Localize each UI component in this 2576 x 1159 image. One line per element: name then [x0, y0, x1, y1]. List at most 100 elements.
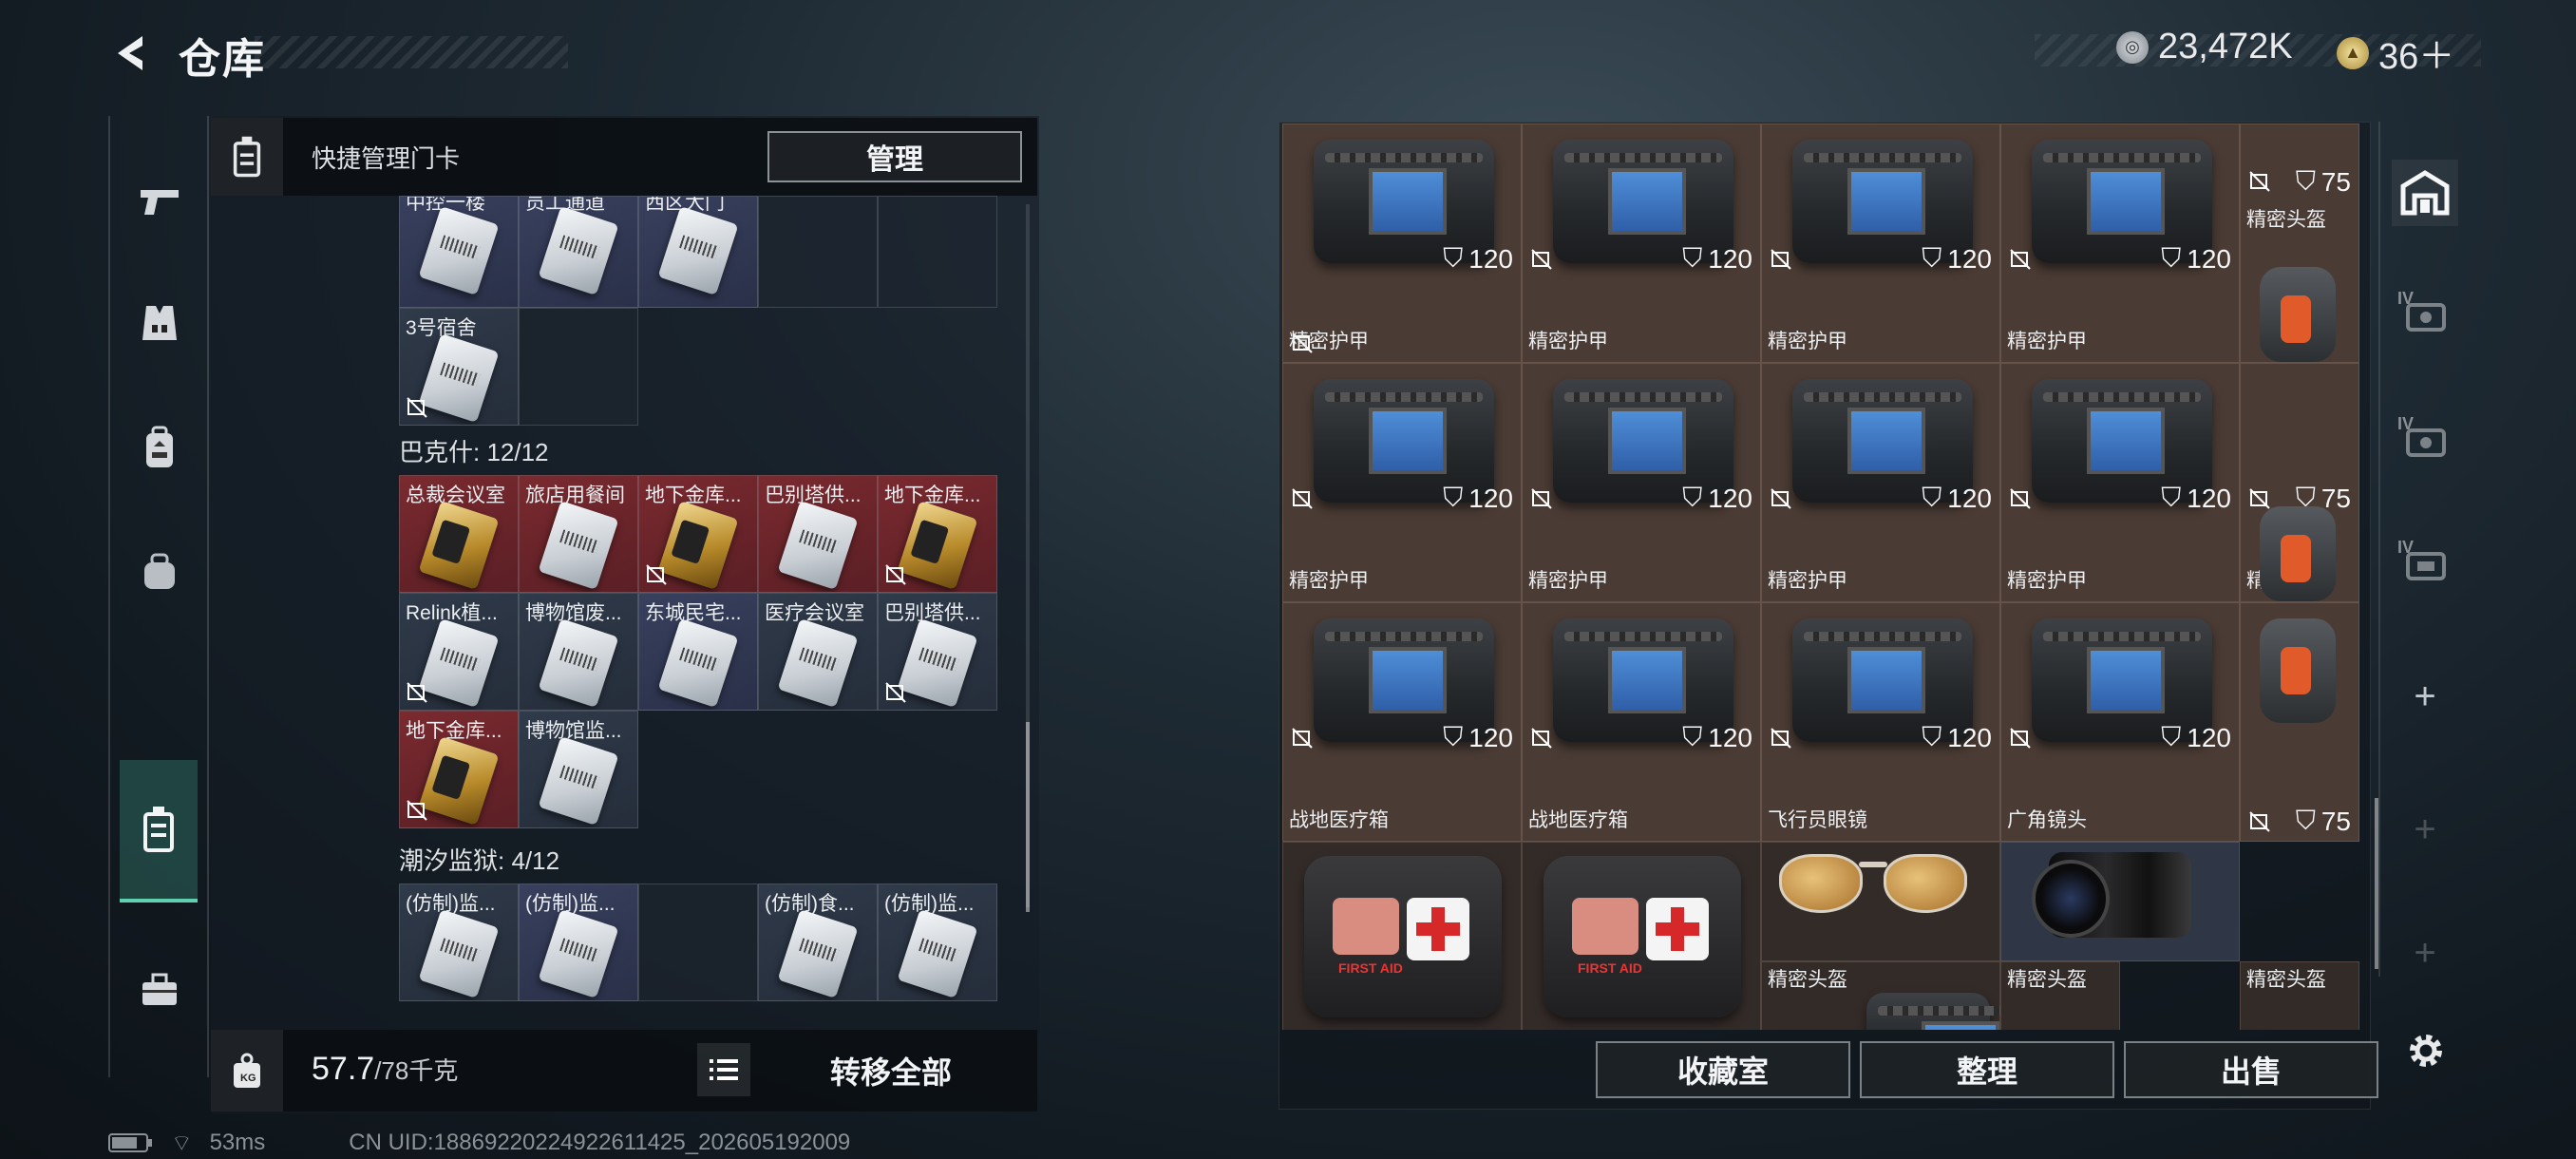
item-helmet[interactable]: 精密头盔 — [1761, 961, 2036, 1030]
keycard-cell[interactable]: 地下金库... — [638, 475, 758, 593]
keycard-label: 巴别塔供... — [765, 484, 862, 506]
armor-slot-iv-tab[interactable]: IV — [2392, 532, 2458, 598]
item-helmet[interactable]: 精密头盔 — [2000, 961, 2120, 1030]
keycard-cell[interactable]: 巴别塔供... — [758, 475, 878, 593]
item-armor[interactable]: ⛉ 120 精密护甲 — [1761, 124, 2000, 363]
nav-bag[interactable] — [122, 534, 198, 610]
keycard-cell[interactable]: 总裁会议室 — [399, 475, 519, 593]
keycard-cell[interactable]: Relink植... — [399, 593, 519, 711]
nav-armor[interactable] — [122, 285, 198, 361]
item-label: 广角镜头 — [2007, 809, 2087, 831]
helmet-image — [1866, 993, 2036, 1030]
shield-icon: ⛉ — [2295, 806, 2316, 835]
item-medkit[interactable]: FIRST AID ⛉800 — [1522, 842, 1761, 1030]
item-armor[interactable]: ⛉ 120 精密护甲 — [1522, 124, 1761, 363]
item-armor[interactable]: ⛉ 120 广角镜头 — [2000, 602, 2240, 842]
durability-value: 120 — [1468, 722, 1513, 752]
item-helmet[interactable]: ⛉75 精密头盔 — [2240, 363, 2359, 602]
item-label: 精密护甲 — [1528, 570, 1608, 592]
keycard-cell[interactable]: 博物馆废... — [519, 593, 638, 711]
item-glasses[interactable] — [1761, 842, 2000, 961]
no-drop-icon — [407, 397, 427, 418]
keycard-cell[interactable]: (仿制)监... — [399, 884, 519, 1001]
back-button[interactable] — [106, 28, 156, 78]
armor-slot-iv-tab[interactable]: IV — [2392, 408, 2458, 475]
keycard-cell[interactable]: (仿制)食... — [758, 884, 878, 1001]
gold-coin-icon: ▲ — [2337, 36, 2369, 69]
settings-button[interactable] — [2399, 1024, 2453, 1077]
item-label: 精密护甲 — [2007, 570, 2087, 592]
item-armor[interactable]: ⛉ 120 战地医疗箱 — [1522, 602, 1761, 842]
keycard-cell[interactable]: 医疗会议室 — [758, 593, 878, 711]
item-armor[interactable]: ⛉ 120 精密护甲 — [1522, 363, 1761, 602]
durability-value: 120 — [1947, 722, 1992, 752]
keycard-cell[interactable]: 巴别塔供... — [878, 593, 997, 711]
sell-button[interactable]: 出售 — [2124, 1041, 2378, 1098]
nav-toolbox[interactable] — [122, 952, 198, 1028]
durability: ⛉ 120 — [1682, 483, 1752, 514]
item-armor[interactable]: ⛉ 120 精密护甲 — [1282, 363, 1522, 602]
empty-slot[interactable] — [519, 308, 638, 426]
nav-keycard[interactable] — [120, 760, 198, 902]
manage-button[interactable]: 管理 — [767, 131, 1022, 182]
gun-icon — [141, 190, 179, 215]
durability: ⛉ 120 — [1922, 243, 1992, 275]
durability-value: 120 — [1468, 243, 1513, 274]
item-helmet[interactable]: 精密头盔 — [2240, 961, 2359, 1030]
keycard-cell[interactable]: 3号宿舍 — [399, 308, 519, 426]
keycard-cell[interactable]: 东城民宅... — [638, 593, 758, 711]
durability-value: 120 — [1708, 722, 1752, 752]
list-view-button[interactable] — [697, 1043, 750, 1096]
item-medkit[interactable]: FIRST AID ⛉800 — [1282, 842, 1522, 1030]
keycard-cell[interactable]: 中控一楼 — [399, 196, 519, 308]
transfer-all-button[interactable]: 转移全部 — [800, 1045, 982, 1096]
durability: ⛉ 120 — [1443, 483, 1513, 514]
collection-room-button[interactable]: 收藏室 — [1596, 1041, 1850, 1098]
keycard-scrollbar-thumb[interactable] — [1026, 722, 1030, 912]
keycard-cell[interactable]: 旅店用餐间 — [519, 475, 638, 593]
item-helmet[interactable]: ⛉75 精密头盔 — [2240, 124, 2359, 363]
item-armor[interactable]: ⛉ 120 精密护甲 — [2000, 363, 2240, 602]
item-armor[interactable]: ⛉ 120 战地医疗箱 — [1282, 602, 1522, 842]
helmet-image — [2260, 506, 2336, 601]
tier-label: IV — [2397, 414, 2415, 433]
add-container-button[interactable]: + — [2392, 663, 2458, 730]
item-armor[interactable]: ⛉ 120 精密护甲 — [2000, 124, 2240, 363]
keycard-label: 地下金库... — [884, 484, 981, 506]
item-armor[interactable]: ⛉ 120 飞行员眼镜 — [1761, 602, 2000, 842]
empty-slot[interactable] — [638, 884, 758, 1001]
shield-icon: ⛉ — [1443, 483, 1464, 512]
empty-slot[interactable] — [878, 196, 997, 308]
empty-slot[interactable] — [758, 196, 878, 308]
add-container-button[interactable]: + — [2392, 920, 2458, 986]
keycard-cell[interactable]: 博物馆监... — [519, 711, 638, 828]
silver-currency[interactable]: ◎ 23,472K — [2116, 27, 2293, 67]
weight-max: /78千克 — [374, 1056, 459, 1085]
item-armor[interactable]: ⛉ 120 精密护甲 — [1761, 363, 2000, 602]
add-container-button[interactable]: + — [2392, 796, 2458, 863]
keycard-cell[interactable]: (仿制)监... — [519, 884, 638, 1001]
keycard-label: 3号宿舍 — [406, 317, 477, 339]
gold-currency[interactable]: ▲ 36＋ — [2337, 27, 2454, 79]
shield-icon: ⛉ — [2161, 722, 2182, 751]
keycard-cell[interactable]: (仿制)监... — [878, 884, 997, 1001]
item-helmet[interactable]: ⛉ 75 — [2240, 602, 2359, 842]
no-drop-icon — [1292, 488, 1313, 509]
title-decoration — [255, 36, 568, 68]
keycard-cell[interactable]: 员工通道 — [519, 196, 638, 308]
keycard-cell[interactable]: 地下金库... — [878, 475, 997, 593]
keycard-label: (仿制)监... — [406, 893, 496, 915]
shield-icon: ⛉ — [2295, 166, 2316, 196]
nav-weapon[interactable] — [122, 163, 198, 239]
no-drop-icon — [2010, 488, 2031, 509]
warehouse-tab[interactable] — [2392, 160, 2458, 226]
shield-icon: ⛉ — [2161, 243, 2182, 273]
item-lens[interactable] — [2000, 842, 2240, 961]
item-armor[interactable]: ⛉ 120 精密护甲 — [1282, 124, 1522, 363]
durability: ⛉ 120 — [1682, 722, 1752, 753]
organize-button[interactable]: 整理 — [1860, 1041, 2114, 1098]
keycard-cell[interactable]: 西区大门 — [638, 196, 758, 308]
keycard-cell[interactable]: 地下金库... — [399, 711, 519, 828]
nav-backpack[interactable] — [122, 410, 198, 486]
armor-slot-iv-tab[interactable]: IV — [2392, 283, 2458, 350]
